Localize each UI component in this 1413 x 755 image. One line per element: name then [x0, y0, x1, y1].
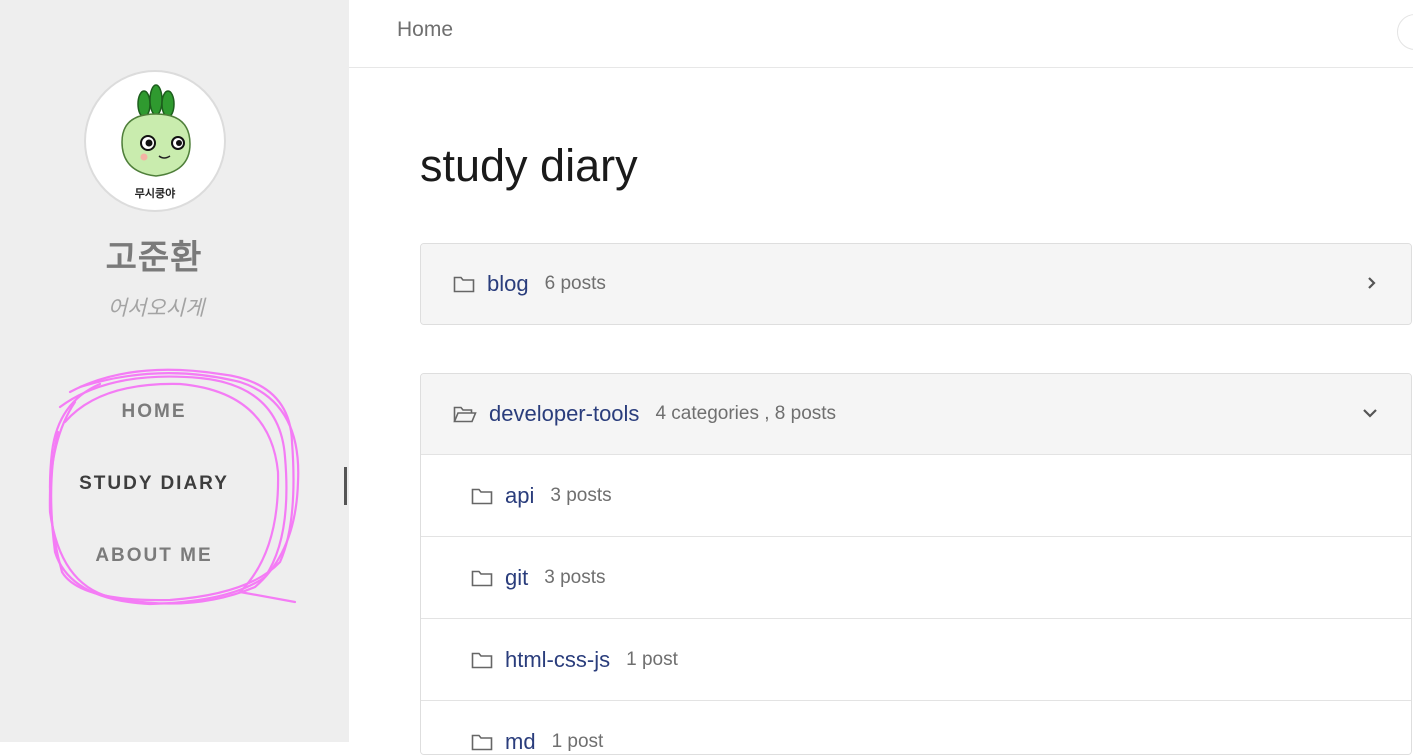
breadcrumb-home[interactable]: Home: [397, 18, 453, 42]
category-card-blog: blog 6 posts: [420, 243, 1412, 325]
subcategory-row-api[interactable]: api 3 posts: [421, 454, 1411, 536]
nav-study-diary[interactable]: STUDY DIARY: [0, 473, 308, 495]
nav-about-me[interactable]: ABOUT ME: [0, 545, 308, 567]
folder-open-icon: [453, 406, 477, 423]
sidebar: 무시쿵야 고준환 어서오시게 HOME STUDY DIARY ABOUT ME: [0, 0, 349, 742]
subcategory-row-md[interactable]: md 1 post: [421, 700, 1411, 754]
folder-icon: [471, 570, 493, 586]
category-card-developer-tools: developer-tools 4 categories , 8 posts a…: [420, 373, 1412, 755]
page-title: study diary: [420, 140, 638, 191]
active-nav-indicator: [344, 467, 347, 505]
chevron-right-icon[interactable]: [1365, 274, 1379, 292]
search-button[interactable]: [1397, 14, 1413, 50]
folder-icon: [471, 652, 493, 668]
site-subtitle: 어서오시게: [107, 296, 205, 320]
category-count: 4 categories , 8 posts: [655, 403, 837, 424]
subcategory-count: 1 post: [626, 648, 678, 670]
subcategory-count: 3 posts: [544, 566, 606, 588]
subcategory-row-git[interactable]: git 3 posts: [421, 536, 1411, 618]
folder-icon: [471, 488, 493, 504]
nav-home[interactable]: HOME: [0, 401, 308, 423]
category-name[interactable]: developer-tools: [489, 401, 639, 427]
avatar[interactable]: 무시쿵야: [84, 70, 226, 212]
top-bar: Home: [349, 0, 1413, 68]
category-header-blog[interactable]: blog 6 posts: [421, 244, 1411, 324]
category-header-developer-tools[interactable]: developer-tools 4 categories , 8 posts: [421, 374, 1411, 454]
subcategory-name[interactable]: html-css-js: [505, 647, 610, 673]
site-title[interactable]: 고준환: [0, 230, 308, 279]
avatar-caption: 무시쿵야: [134, 187, 176, 200]
subcategory-row-html-css-js[interactable]: html-css-js 1 post: [421, 618, 1411, 700]
category-count: 6 posts: [544, 273, 606, 294]
folder-icon: [453, 276, 475, 293]
subcategory-name[interactable]: api: [505, 483, 534, 509]
subcategory-count: 3 posts: [550, 484, 612, 506]
subcategory-name[interactable]: git: [505, 565, 528, 591]
category-name[interactable]: blog: [487, 271, 529, 297]
chevron-down-icon[interactable]: [1361, 404, 1379, 422]
